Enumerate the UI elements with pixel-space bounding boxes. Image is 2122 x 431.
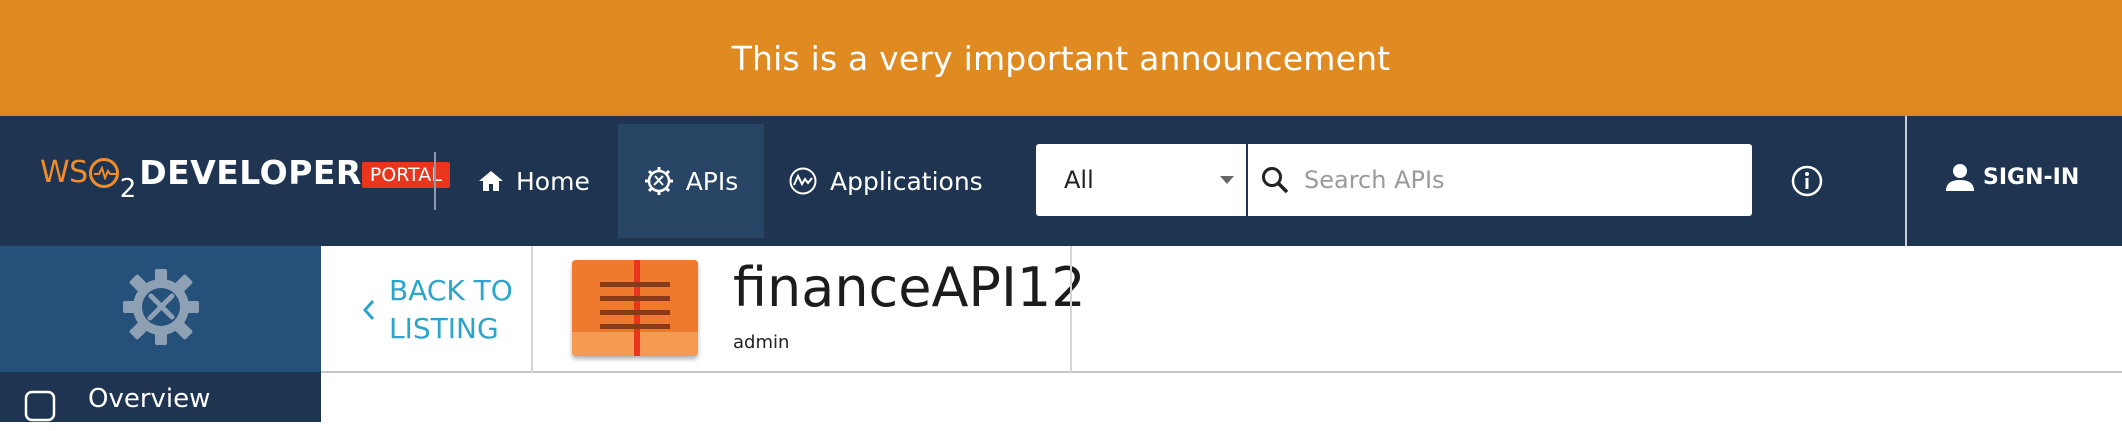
- search-filter-select[interactable]: All: [1036, 144, 1246, 216]
- home-icon: [478, 169, 504, 193]
- api-thumbnail: [572, 260, 698, 356]
- logo-divider: [434, 152, 436, 210]
- nav-applications-label: Applications: [830, 166, 983, 196]
- user-icon: [1945, 162, 1975, 192]
- search-input[interactable]: [1304, 166, 1724, 194]
- logo-wso-text: WS: [40, 155, 88, 190]
- wso2-developer-portal-logo[interactable]: WS 2 DEVELOPER PORTAL: [40, 156, 450, 208]
- back-to-listing-link[interactable]: BACK TO LISTING: [361, 272, 513, 348]
- overview-icon: [24, 390, 58, 431]
- logo-two: 2: [119, 174, 137, 204]
- search-icon: [1260, 165, 1290, 195]
- chevron-left-icon: [361, 298, 377, 322]
- back-line-2: LISTING: [389, 312, 499, 345]
- sidebar-item-overview-label: Overview: [88, 384, 211, 414]
- search-filter-value: All: [1064, 166, 1094, 194]
- nav-home[interactable]: Home: [478, 124, 590, 238]
- announcement-text: This is a very important announcement: [731, 38, 1391, 78]
- announcement-banner: This is a very important announcement: [0, 0, 2122, 116]
- back-line-1: BACK TO: [389, 274, 513, 307]
- gear-cog-icon: [644, 166, 674, 196]
- logo-portal-badge: PORTAL: [361, 162, 450, 188]
- nav-apis[interactable]: APIs: [618, 124, 764, 238]
- api-owner: admin: [733, 332, 790, 353]
- left-sidebar: Overview: [0, 246, 321, 422]
- logo-wso: WS: [40, 156, 120, 190]
- sign-in-button[interactable]: SIGN-IN: [1945, 162, 2079, 192]
- logo-developer: DEVELOPER: [139, 153, 362, 192]
- nav-applications[interactable]: Applications: [788, 124, 983, 238]
- api-settings-gear-icon: [121, 267, 201, 351]
- sidebar-header: [0, 246, 321, 372]
- search-box: [1248, 144, 1752, 216]
- back-to-listing-label: BACK TO LISTING: [389, 272, 513, 348]
- header-divider: [1070, 246, 1072, 373]
- header-divider: [531, 246, 533, 373]
- sidebar-item-overview[interactable]: Overview: [0, 372, 321, 422]
- signin-divider: [1905, 116, 1907, 246]
- api-header: BACK TO LISTING financeAPI12 admin: [321, 246, 2122, 373]
- api-title: financeAPI12: [733, 256, 1086, 319]
- sign-in-label: SIGN-IN: [1983, 164, 2080, 190]
- chevron-down-icon: [1220, 176, 1234, 184]
- app-bar: WS 2 DEVELOPER PORTAL Home APIs Applicat…: [0, 116, 2122, 246]
- info-icon[interactable]: [1790, 164, 1824, 198]
- logo-o-icon: [88, 158, 119, 188]
- applications-icon: [788, 166, 818, 196]
- nav-home-label: Home: [516, 166, 590, 196]
- nav-apis-label: APIs: [685, 166, 739, 196]
